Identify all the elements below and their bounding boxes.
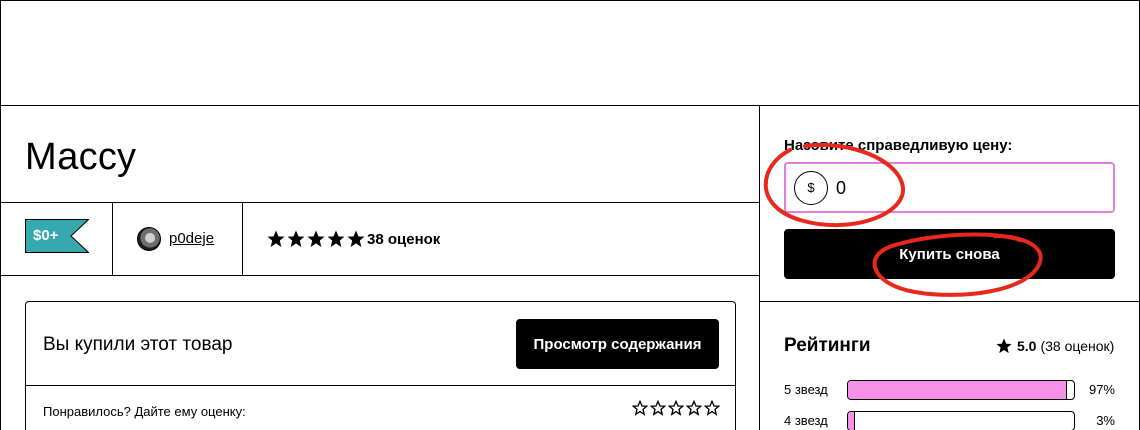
rating-bar-fill	[848, 381, 1068, 399]
purchased-card-header: Вы купили этот товар Просмотр содержания	[26, 302, 735, 386]
rate-prompt: Понравилось? Дайте ему оценку:	[43, 404, 246, 419]
purchase-sidebar: Назовите справедливую цену: $ 0 Купить с…	[760, 106, 1140, 430]
rating-count: 38 оценок	[367, 231, 441, 248]
price-badge: $0+	[25, 219, 89, 253]
ratings-summary: 5.0 (38 оценок)	[995, 337, 1114, 355]
rating-bar-track	[847, 380, 1075, 400]
rating-bar-percent: 97%	[1088, 382, 1115, 397]
rate-stars[interactable]	[632, 400, 720, 416]
star-filled-icon	[996, 338, 1012, 354]
star-outline-icon[interactable]	[686, 400, 702, 416]
star-outline-icon[interactable]	[704, 400, 720, 416]
rating-bar-label: 5 звезд	[784, 382, 828, 397]
rating-bar-label: 4 звезд	[784, 413, 828, 428]
ratings-section: Рейтинги 5.0 (38 оценок) 5 звезд 97% 4 з…	[760, 302, 1140, 430]
dollar-icon: $	[794, 171, 828, 205]
title-row: Массу	[1, 106, 760, 203]
price-input[interactable]: $ 0	[784, 162, 1115, 213]
seller-link[interactable]: p0deje	[169, 230, 214, 247]
star-filled-icon	[267, 230, 285, 247]
seller-cell: p0deje	[113, 203, 243, 275]
star-filled-icon	[327, 230, 345, 247]
price-cell: $0+	[1, 203, 113, 275]
star-filled-icon	[287, 230, 305, 247]
view-content-button[interactable]: Просмотр содержания	[516, 319, 719, 369]
star-outline-icon[interactable]	[632, 400, 648, 416]
product-details: Массу $0+ p0deje 38 оценок Вы купили это…	[1, 106, 760, 430]
seller-avatar[interactable]	[137, 227, 161, 251]
header-banner-area	[0, 0, 1140, 106]
star-outline-icon[interactable]	[650, 400, 666, 416]
rating-bar-row: 4 звезд 3%	[784, 411, 1115, 430]
ratings-title: Рейтинги	[784, 335, 871, 356]
purchased-card-title: Вы купили этот товар	[43, 334, 233, 355]
rating-bar-row: 5 звезд 97%	[784, 380, 1115, 400]
price-badge-label: $0+	[33, 227, 59, 244]
rating-bar-track	[847, 411, 1075, 430]
purchased-card: Вы купили этот товар Просмотр содержания…	[25, 301, 736, 430]
star-filled-icon	[307, 230, 325, 247]
ratings-count: (38 оценок)	[1040, 338, 1115, 354]
buy-again-button[interactable]: Купить снова	[784, 229, 1115, 279]
rating-cell: 38 оценок	[243, 203, 760, 275]
product-page: Массу $0+ p0deje 38 оценок Вы купили это…	[0, 105, 1140, 430]
pay-section: Назовите справедливую цену: $ 0 Купить с…	[760, 106, 1140, 302]
rating-bar-fill	[848, 412, 855, 430]
price-input-value[interactable]: 0	[836, 178, 846, 199]
star-outline-icon[interactable]	[668, 400, 684, 416]
ratings-average: 5.0	[1017, 338, 1037, 354]
price-input-label: Назовите справедливую цену:	[784, 137, 1013, 154]
rating-bar-percent: 3%	[1096, 413, 1115, 428]
product-title: Массу	[25, 136, 137, 178]
star-filled-icon	[347, 230, 365, 247]
product-meta-row: $0+ p0deje 38 оценок	[1, 203, 760, 276]
rating-stars	[267, 230, 365, 248]
